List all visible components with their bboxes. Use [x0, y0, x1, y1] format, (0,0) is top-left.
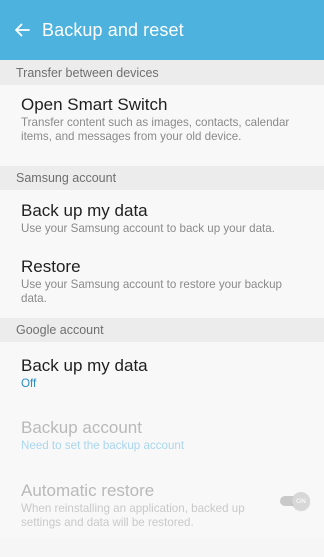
section-header-transfer: Transfer between devices	[0, 60, 324, 85]
page-title: Backup and reset	[42, 19, 184, 40]
item-title: Back up my data	[21, 201, 148, 220]
open-smart-switch-item[interactable]: Open Smart Switch Transfer content such …	[0, 85, 324, 166]
backup-account-item[interactable]: Backup account Need to set the backup ac…	[0, 408, 324, 470]
settings-list[interactable]: Transfer between devices Open Smart Swit…	[0, 60, 324, 557]
back-button[interactable]	[2, 0, 42, 60]
app-bar: Backup and reset	[0, 0, 324, 60]
item-title: Automatic restore	[21, 481, 155, 500]
section-header-samsung: Samsung account	[0, 166, 324, 190]
automatic-restore-toggle[interactable]: ON	[280, 491, 310, 510]
item-title: Back up my data	[21, 356, 148, 375]
arrow-left-icon	[15, 23, 30, 37]
item-subtitle: Transfer content such as images, contact…	[21, 116, 290, 143]
item-subtitle: When reinstalling an application, backed…	[21, 502, 245, 529]
section-header-google: Google account	[0, 318, 324, 342]
samsung-backup-item[interactable]: Back up my data Use your Samsung account…	[0, 190, 324, 244]
google-backup-item[interactable]: Back up my data Off	[0, 342, 324, 408]
toggle-knob: ON	[292, 491, 310, 510]
automatic-restore-item[interactable]: Automatic restore When reinstalling an a…	[0, 470, 324, 538]
samsung-restore-item[interactable]: Restore Use your Samsung account to rest…	[0, 244, 324, 318]
automatic-restore-row: Automatic restore When reinstalling an a…	[21, 480, 310, 529]
item-title: Open Smart Switch	[21, 95, 168, 114]
item-title: Backup account	[21, 418, 142, 437]
toggle-label: ON	[296, 496, 306, 505]
item-subtitle: Use your Samsung account to back up your…	[21, 222, 275, 235]
item-status: Off	[21, 377, 37, 390]
automatic-restore-text: Automatic restore When reinstalling an a…	[21, 480, 272, 529]
item-title: Restore	[21, 257, 81, 276]
item-status: Need to set the backup account	[21, 439, 185, 452]
item-subtitle: Use your Samsung account to restore your…	[21, 278, 282, 305]
